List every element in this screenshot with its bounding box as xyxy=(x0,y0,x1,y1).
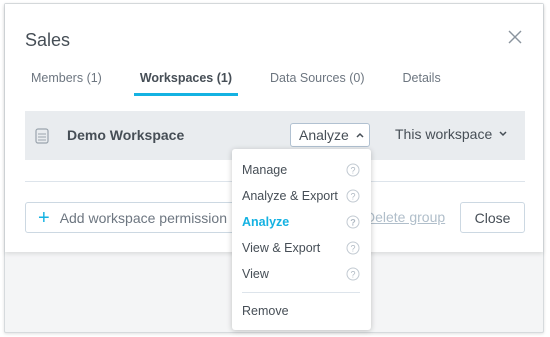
add-workspace-permission-button[interactable]: + Add workspace permission xyxy=(25,202,245,233)
help-icon[interactable]: ? xyxy=(346,189,360,203)
chevron-down-icon xyxy=(499,131,507,137)
svg-text:?: ? xyxy=(350,192,355,202)
help-icon[interactable]: ? xyxy=(346,215,360,229)
add-workspace-permission-label: Add workspace permission xyxy=(59,209,227,226)
tab-bar: Members (1) Workspaces (1) Data Sources … xyxy=(25,68,523,96)
tab-members[interactable]: Members (1) xyxy=(25,68,108,93)
menu-item-view-export[interactable]: View & Export ? xyxy=(232,235,371,261)
menu-item-analyze[interactable]: Analyze ? xyxy=(232,209,371,235)
close-icon[interactable] xyxy=(505,27,525,47)
scope-dropdown[interactable]: This workspace xyxy=(395,126,508,142)
help-icon[interactable]: ? xyxy=(346,163,360,177)
tab-details[interactable]: Details xyxy=(397,68,447,93)
plus-icon: + xyxy=(38,206,50,229)
menu-item-analyze-export[interactable]: Analyze & Export ? xyxy=(232,183,371,209)
chevron-up-icon xyxy=(356,132,364,138)
menu-item-label: View & Export xyxy=(242,241,321,255)
menu-item-view[interactable]: View ? xyxy=(232,261,371,287)
permission-value: Analyze xyxy=(299,127,349,143)
menu-divider xyxy=(242,292,360,293)
permission-menu: Manage ? Analyze & Export ? Analyze ? Vi… xyxy=(232,149,371,330)
permission-dropdown[interactable]: Analyze xyxy=(290,123,370,147)
svg-text:?: ? xyxy=(350,166,355,176)
svg-text:?: ? xyxy=(350,218,356,228)
workspace-name: Demo Workspace xyxy=(67,127,185,143)
tab-data-sources[interactable]: Data Sources (0) xyxy=(264,68,370,93)
close-button[interactable]: Close xyxy=(460,202,525,233)
menu-item-label: Remove xyxy=(242,304,289,318)
menu-item-manage[interactable]: Manage ? xyxy=(232,157,371,183)
help-icon[interactable]: ? xyxy=(346,241,360,255)
menu-item-label: Analyze xyxy=(242,215,290,229)
menu-item-remove[interactable]: Remove xyxy=(232,298,371,324)
tab-workspaces[interactable]: Workspaces (1) xyxy=(133,68,239,96)
menu-item-label: Manage xyxy=(242,163,288,177)
menu-item-label: Analyze & Export xyxy=(242,189,338,203)
menu-item-label: View xyxy=(242,267,269,281)
scope-value: This workspace xyxy=(395,126,493,142)
dialog-title: Sales xyxy=(25,30,71,50)
delete-group-link[interactable]: Delete group xyxy=(365,209,445,225)
workspace-icon xyxy=(35,128,49,144)
svg-text:?: ? xyxy=(350,270,355,280)
help-icon[interactable]: ? xyxy=(346,267,360,281)
svg-text:?: ? xyxy=(350,244,355,254)
